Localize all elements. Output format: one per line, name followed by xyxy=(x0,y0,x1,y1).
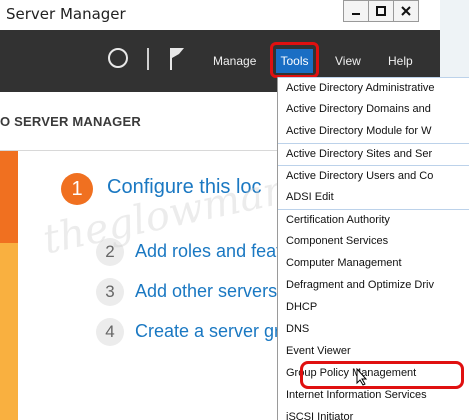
maximize-button[interactable] xyxy=(368,0,394,22)
mouse-pointer-icon xyxy=(356,368,368,386)
create-server-group-link[interactable]: Create a server gr xyxy=(135,321,280,342)
menu-item-event-viewer[interactable]: Event Viewer xyxy=(278,341,469,363)
menu-item-computer-management[interactable]: Computer Management xyxy=(278,253,469,275)
close-icon xyxy=(401,6,411,16)
menu-item-dhcp[interactable]: DHCP xyxy=(278,297,469,319)
notifications-flag-icon[interactable] xyxy=(168,46,186,72)
minimize-icon xyxy=(352,13,360,15)
menu-item-ad-domains-trusts[interactable]: Active Directory Domains and xyxy=(278,99,469,121)
step-number: 1 xyxy=(61,173,93,205)
menu-help[interactable]: Help xyxy=(388,54,413,68)
refresh-icon[interactable] xyxy=(108,48,128,68)
menu-item-ad-admin-center[interactable]: Active Directory Administrative xyxy=(278,77,469,99)
step-number: 3 xyxy=(96,278,124,306)
step-number: 2 xyxy=(96,238,124,266)
toolbar-divider xyxy=(147,48,149,70)
menu-tools[interactable]: Tools xyxy=(276,49,313,73)
minimize-button[interactable] xyxy=(343,0,369,22)
whats-new-tab[interactable] xyxy=(0,243,18,420)
menu-item-certification-authority[interactable]: Certification Authority xyxy=(278,209,469,231)
group-policy-highlight xyxy=(300,361,464,389)
menu-view[interactable]: View xyxy=(335,54,361,68)
window-title: Server Manager xyxy=(6,5,126,23)
menu-item-ad-sites-services[interactable]: Active Directory Sites and Ser xyxy=(278,143,469,165)
maximize-icon xyxy=(376,6,386,16)
menu-item-ad-module-powershell[interactable]: Active Directory Module for W xyxy=(278,121,469,143)
page-title: O SERVER MANAGER xyxy=(0,114,141,129)
menu-item-component-services[interactable]: Component Services xyxy=(278,231,469,253)
menu-manage[interactable]: Manage xyxy=(213,54,256,68)
quick-start-tab[interactable] xyxy=(0,151,18,243)
window-controls xyxy=(343,0,419,22)
step-number: 4 xyxy=(96,318,124,346)
menu-item-ad-users-computers[interactable]: Active Directory Users and Co xyxy=(278,165,469,187)
menu-item-iscsi-initiator[interactable]: iSCSI Initiator xyxy=(278,407,469,420)
add-servers-link[interactable]: Add other servers xyxy=(135,281,277,302)
add-roles-link[interactable]: Add roles and featu xyxy=(135,241,291,262)
title-bar: Server Manager xyxy=(0,0,469,30)
configure-local-server-link[interactable]: Configure this loc xyxy=(107,176,262,199)
menu-item-defragment-optimize[interactable]: Defragment and Optimize Driv xyxy=(278,275,469,297)
menu-item-dns[interactable]: DNS xyxy=(278,319,469,341)
menu-item-adsi-edit[interactable]: ADSI Edit xyxy=(278,187,469,209)
close-button[interactable] xyxy=(393,0,419,22)
